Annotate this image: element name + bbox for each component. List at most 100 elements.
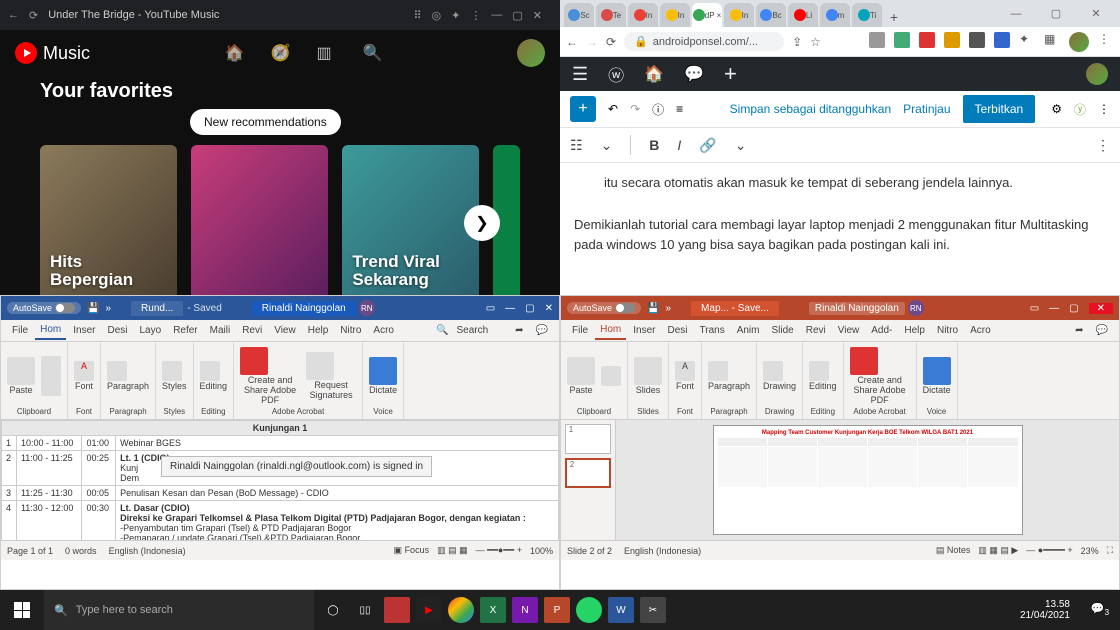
search-icon[interactable]: 🔍	[363, 43, 383, 63]
maximize-icon[interactable]: ▢	[1036, 0, 1076, 27]
extension-icon[interactable]	[869, 32, 885, 48]
excel-icon[interactable]: X	[480, 597, 506, 623]
menu-icon[interactable]: ☰	[572, 64, 588, 85]
more-icon[interactable]: ⋮	[1096, 137, 1110, 154]
yoast-icon[interactable]: ⓨ	[1074, 101, 1086, 118]
italic-button[interactable]: I	[677, 137, 681, 153]
comments-icon[interactable]: 💬	[1091, 322, 1113, 339]
recommendations-chip[interactable]: New recommendations	[190, 109, 341, 135]
drawing-icon[interactable]	[763, 361, 783, 381]
ytm-logo[interactable]: Music	[15, 42, 90, 64]
tab-transitions[interactable]: Trans	[695, 322, 730, 339]
cut-icon[interactable]	[601, 366, 621, 386]
paragraph-icon[interactable]	[708, 361, 728, 381]
opera-icon[interactable]	[384, 597, 410, 623]
more-qat[interactable]: »	[665, 303, 671, 314]
document-area[interactable]: Kunjungan 1 110:00 - 11:0001:00Webinar B…	[1, 420, 559, 540]
cortana-icon[interactable]: ◯	[320, 597, 346, 623]
back-icon[interactable]: ←	[566, 35, 578, 49]
playlist-card[interactable]: Trend Viral Sekarang	[342, 145, 479, 295]
tab-review[interactable]: Revi	[237, 322, 267, 339]
playlist-card[interactable]	[191, 145, 328, 295]
tab-home[interactable]: Hom	[35, 321, 66, 340]
more-qat[interactable]: »	[105, 303, 111, 314]
more-icon[interactable]: ⋮	[1098, 102, 1110, 116]
autosave-toggle[interactable]: AutoSave	[7, 302, 81, 314]
tab-file[interactable]: File	[7, 322, 33, 339]
publish-button[interactable]: Terbitkan	[963, 95, 1036, 123]
extension-icon[interactable]	[944, 32, 960, 48]
tab-slideshow[interactable]: Slide	[767, 322, 799, 339]
paste-icon[interactable]	[7, 357, 35, 385]
tab-insert[interactable]: Inser	[68, 322, 100, 339]
tab-home[interactable]: Hom	[595, 321, 626, 340]
view-icons[interactable]: ▥ ▤ ▦	[437, 545, 468, 556]
extension-icon[interactable]	[994, 32, 1010, 48]
browser-tab[interactable]: In	[628, 3, 658, 27]
page-count[interactable]: Page 1 of 1	[7, 546, 53, 556]
more-icon[interactable]: ⋮	[470, 9, 481, 22]
tab-animations[interactable]: Anim	[732, 322, 765, 339]
add-block-button[interactable]: +	[570, 96, 596, 122]
browser-tab[interactable]: Ti	[852, 3, 882, 27]
tab-help[interactable]: Help	[303, 322, 334, 339]
snip-icon[interactable]: ✂	[640, 597, 666, 623]
star-icon[interactable]: ☆	[810, 35, 821, 49]
tab-layout[interactable]: Layo	[135, 322, 167, 339]
browser-tab[interactable]: In	[724, 3, 754, 27]
close-icon[interactable]: ✕	[545, 303, 553, 314]
link-icon[interactable]: 🔗	[699, 137, 716, 154]
powerpoint-icon[interactable]: P	[544, 597, 570, 623]
new-slide-icon[interactable]	[634, 357, 662, 385]
close-icon[interactable]: ✕	[533, 9, 542, 22]
forward-icon[interactable]: →	[586, 35, 598, 49]
browser-tab[interactable]: Li	[788, 3, 818, 27]
tab-insert[interactable]: Inser	[628, 322, 660, 339]
close-icon[interactable]: ✕	[1089, 303, 1113, 314]
list-icon[interactable]: ☷	[570, 137, 583, 154]
tab-nitro[interactable]: Nitro	[932, 322, 963, 339]
chrome-icon[interactable]	[448, 597, 474, 623]
eye-off-icon[interactable]: ◎	[432, 9, 442, 22]
browser-tab[interactable]: In	[660, 3, 690, 27]
taskbar-search[interactable]: 🔍 Type here to search	[44, 590, 314, 630]
document-tab-active[interactable]: Rinaldi Nainggolan	[252, 301, 356, 316]
tab-design[interactable]: Desi	[662, 322, 692, 339]
whatsapp-icon[interactable]	[576, 597, 602, 623]
search-button[interactable]: 🔍 Search	[431, 322, 498, 339]
tab-acrobat[interactable]: Acro	[368, 322, 399, 339]
maximize-icon[interactable]: ▢	[512, 9, 522, 22]
explore-icon[interactable]: 🧭	[271, 43, 291, 63]
new-tab-button[interactable]: +	[884, 7, 904, 27]
tab-references[interactable]: Refer	[168, 322, 202, 339]
save-draft-link[interactable]: Simpan sebagai ditangguhkan	[730, 102, 891, 116]
slide-thumbnail-selected[interactable]: 2	[565, 458, 611, 488]
back-icon[interactable]: ←	[8, 9, 19, 21]
borderless-icon[interactable]: ▦	[1044, 32, 1060, 48]
avatar[interactable]	[517, 39, 545, 67]
carousel-next-button[interactable]: ❯	[464, 205, 500, 241]
chevron-down-icon[interactable]: ⌄	[735, 137, 747, 154]
autosave-toggle[interactable]: AutoSave	[567, 302, 641, 314]
signature-icon[interactable]	[306, 352, 334, 380]
share-icon[interactable]: ➦	[510, 322, 528, 339]
focus-mode[interactable]: ▣ Focus	[394, 545, 430, 556]
translate-icon[interactable]: ⠿	[413, 9, 421, 22]
browser-tab[interactable]: Te	[596, 3, 626, 27]
address-bar[interactable]: 🔒 androidponsel.com/...	[624, 32, 784, 51]
taskbar-clock[interactable]: 13.58 21/04/2021	[1010, 599, 1080, 621]
ribbon-mode-icon[interactable]: ▭	[1030, 303, 1039, 314]
cut-icon[interactable]	[41, 356, 61, 376]
maximize-icon[interactable]: ▢	[1069, 303, 1078, 314]
puzzle-icon[interactable]: ✦	[1019, 32, 1035, 48]
slide-count[interactable]: Slide 2 of 2	[567, 546, 612, 556]
paste-icon[interactable]	[567, 357, 595, 385]
home-icon[interactable]: 🏠	[225, 43, 245, 63]
zoom-slider[interactable]: — ━━●━━ +	[476, 545, 522, 556]
tab-addins[interactable]: Add-	[866, 322, 897, 339]
maximize-icon[interactable]: ▢	[525, 303, 534, 314]
minimize-icon[interactable]: —	[491, 9, 502, 21]
share-icon[interactable]: ➦	[1070, 322, 1088, 339]
browser-tab[interactable]: m	[820, 3, 850, 27]
browser-tab[interactable]: Sc	[564, 3, 594, 27]
